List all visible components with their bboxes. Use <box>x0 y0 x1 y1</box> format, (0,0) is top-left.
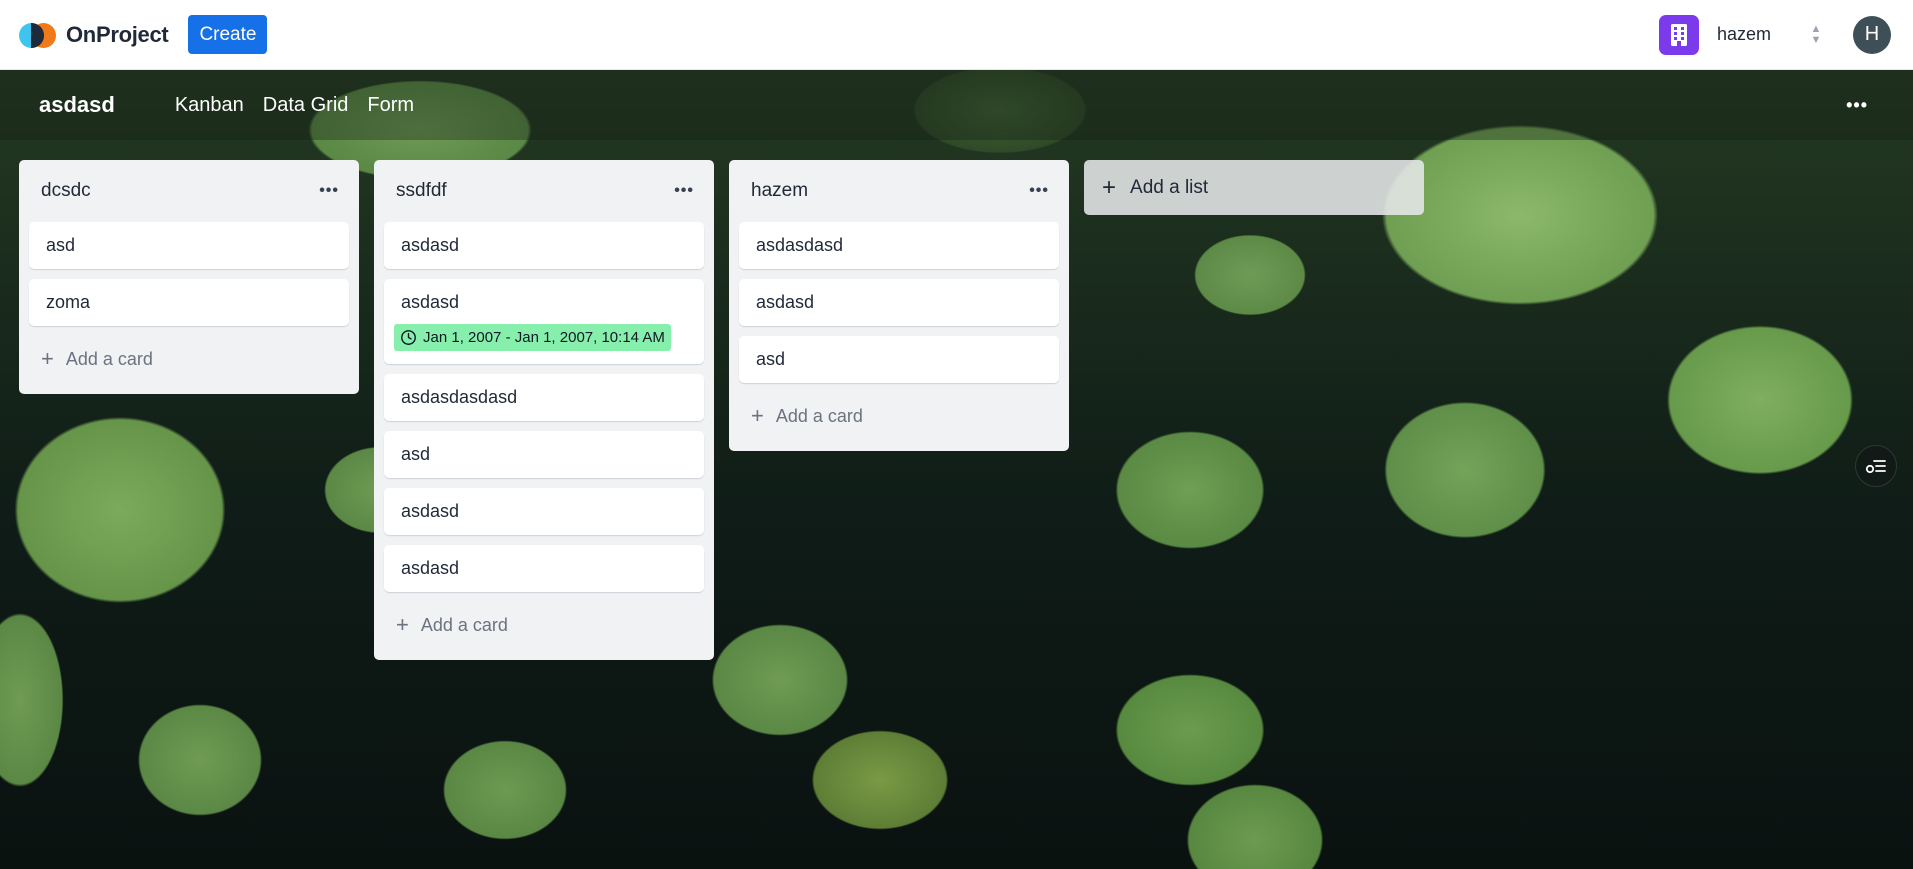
card[interactable]: asdasd <box>384 222 704 269</box>
add-card-button[interactable]: + Add a card <box>384 602 704 648</box>
board-menu-more-icon[interactable]: ••• <box>1846 95 1868 116</box>
add-list-button[interactable]: + Add a list <box>1084 160 1424 215</box>
kanban-list-ssdfdf: ssdfdf ••• asdasd asdasd Jan 1, 2007 - J… <box>374 160 714 660</box>
card[interactable]: asdasd <box>384 488 704 535</box>
list-title[interactable]: dcsdc <box>41 180 91 202</box>
app-logo[interactable]: OnProject <box>19 20 169 50</box>
add-card-label: Add a card <box>775 405 863 426</box>
card[interactable]: asdasd Jan 1, 2007 - Jan 1, 2007, 10:14 … <box>384 279 704 364</box>
card[interactable]: asdasd <box>384 545 704 592</box>
list-title[interactable]: hazem <box>751 180 808 202</box>
card-title: asdasd <box>401 558 460 578</box>
list-header: ssdfdf ••• <box>384 160 704 222</box>
card[interactable]: asdasdasdasd <box>384 374 704 421</box>
add-card-button[interactable]: + Add a card <box>29 336 349 382</box>
board-title[interactable]: asdasd <box>39 92 115 118</box>
view-tabs: Kanban Data Grid Form <box>175 94 433 117</box>
due-date-text: Jan 1, 2007 - Jan 1, 2007, 10:14 AM <box>423 329 665 346</box>
add-card-label: Add a card <box>420 614 508 635</box>
card[interactable]: zoma <box>29 279 349 326</box>
add-card-label: Add a card <box>65 348 153 369</box>
card-title: asd <box>756 349 786 369</box>
onproject-logo-icon <box>19 20 57 50</box>
plus-icon: + <box>1102 173 1117 201</box>
card-title: asdasdasdasd <box>401 387 518 407</box>
card-title: asdasd <box>756 292 815 312</box>
tab-data-grid[interactable]: Data Grid <box>263 94 349 117</box>
card-title: asd <box>46 235 76 255</box>
card[interactable]: asdasd <box>739 279 1059 326</box>
building-icon[interactable] <box>1659 14 1699 55</box>
user-avatar[interactable]: H <box>1853 15 1891 54</box>
list-header: dcsdc ••• <box>29 160 349 222</box>
card[interactable]: asdasdasd <box>739 222 1059 269</box>
board-header: asdasd Kanban Data Grid Form ••• <box>0 70 1913 140</box>
tab-kanban[interactable]: Kanban <box>175 94 244 117</box>
list-header: hazem ••• <box>739 160 1059 222</box>
add-card-button[interactable]: + Add a card <box>739 393 1059 439</box>
plus-icon: + <box>41 346 54 371</box>
plus-icon: + <box>751 403 764 428</box>
card[interactable]: asd <box>29 222 349 269</box>
create-button[interactable]: Create <box>188 15 268 54</box>
workspace-switch-chevrons-icon[interactable]: ▲ ▼ <box>1805 20 1827 50</box>
list-more-icon[interactable]: ••• <box>674 182 694 200</box>
tab-form[interactable]: Form <box>367 94 414 117</box>
list-title[interactable]: ssdfdf <box>396 180 447 202</box>
list-more-icon[interactable]: ••• <box>1029 182 1049 200</box>
board-filter-fab-icon[interactable] <box>1855 445 1897 487</box>
due-date-badge[interactable]: Jan 1, 2007 - Jan 1, 2007, 10:14 AM <box>394 324 671 351</box>
card-title: asdasd <box>401 235 460 255</box>
card-title: asd <box>401 444 431 464</box>
card-title: asdasd <box>401 292 460 312</box>
card[interactable]: asd <box>739 336 1059 383</box>
list-more-icon[interactable]: ••• <box>319 182 339 200</box>
clock-icon <box>401 330 416 345</box>
top-navbar: OnProject Create hazem ▲ ▼ H <box>0 0 1913 70</box>
workspace-name[interactable]: hazem <box>1717 24 1805 45</box>
app-name: OnProject <box>66 21 169 47</box>
card-title: zoma <box>46 292 91 312</box>
card[interactable]: asd <box>384 431 704 478</box>
kanban-list-dcsdc: dcsdc ••• asd zoma + Add a card <box>19 160 359 394</box>
card-title: asdasd <box>401 501 460 521</box>
add-list-label: Add a list <box>1130 176 1209 198</box>
plus-icon: + <box>396 612 409 637</box>
kanban-list-hazem: hazem ••• asdasdasd asdasd asd + Add a c… <box>729 160 1069 451</box>
card-title: asdasdasd <box>756 235 844 255</box>
